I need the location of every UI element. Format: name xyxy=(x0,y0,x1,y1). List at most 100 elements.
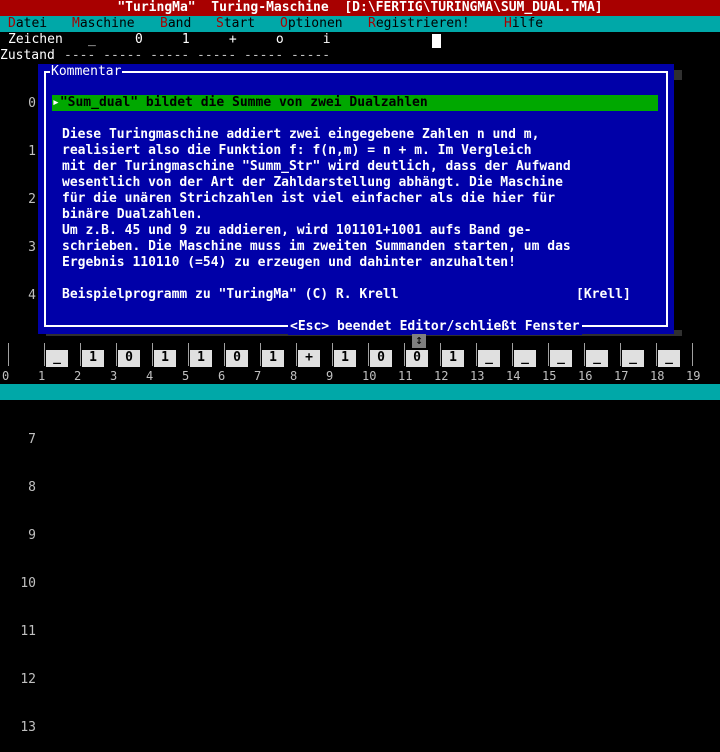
tape-position-label: 18 xyxy=(650,369,665,383)
zustand-dashes: ---- ----- ----- ----- ----- ----- xyxy=(64,48,331,63)
tape-position-label: 16 xyxy=(578,369,593,383)
tape-separator xyxy=(116,343,129,366)
status-bar: F1=Hilfe ** Shareware: Bitte lassen Sie … xyxy=(0,384,720,431)
dialog-title: Kommentar xyxy=(50,64,123,80)
tape-separator xyxy=(44,343,57,366)
tape-position-label: 4 xyxy=(146,369,154,383)
row-number: 12 xyxy=(20,672,36,687)
comment-line: Diese Turingmaschine addiert zwei eingeg… xyxy=(62,127,540,142)
tape-position-label: 2 xyxy=(74,369,82,383)
menu-label: ilfe xyxy=(511,16,544,31)
row-number: 2 xyxy=(28,192,36,207)
tape-separator xyxy=(512,343,525,366)
tape-area xyxy=(0,336,720,384)
zustand-label: Zustand xyxy=(0,48,55,63)
tape-position-label: 9 xyxy=(326,369,334,383)
tape-separator xyxy=(80,343,93,366)
row-number: 13 xyxy=(20,720,36,735)
comment-line: realisiert also die Funktion f: f(n,m) =… xyxy=(62,143,532,158)
comment-title-text: "Sum_dual" bildet die Summe von zwei Dua… xyxy=(59,95,428,110)
tape-position-label: 8 xyxy=(290,369,298,383)
menu-datei[interactable]: Datei xyxy=(8,16,47,32)
zeichen-label: Zeichen xyxy=(8,32,63,47)
dialog-scrollbar[interactable] xyxy=(672,80,686,330)
row-number: 11 xyxy=(20,624,36,639)
comment-line: Ergebnis 110110 (=54) zu erzeugen und da… xyxy=(62,255,516,270)
shareware-message: ** Shareware: Bitte lassen Sie sich für … xyxy=(116,416,617,431)
zeichen-values: _ 0 1 + o i xyxy=(88,32,331,47)
help-hint[interactable]: F1=Hilfe xyxy=(0,400,63,416)
tape-separator xyxy=(620,343,633,366)
comment-line: für die unären Strichzahlen ist viel ein… xyxy=(62,191,556,206)
menu-label: and xyxy=(167,16,192,31)
menu-optionen[interactable]: Optionen xyxy=(280,16,343,32)
tape-position-label: 12 xyxy=(434,369,449,383)
row-number: 4 xyxy=(28,288,36,303)
tape-position-label: 7 xyxy=(254,369,262,383)
row-number: 9 xyxy=(28,528,36,543)
menu-hotkey: D xyxy=(8,16,16,31)
comment-line: Um z.B. 45 und 9 zu addieren, wird 10110… xyxy=(62,223,532,238)
menu-hotkey: S xyxy=(216,16,224,31)
tape-separator xyxy=(656,343,669,366)
menu-label: ptionen xyxy=(287,16,343,31)
comment-dialog: Kommentar ▸"Sum_dual" bildet die Summe v… xyxy=(38,64,674,335)
tape-position-label: 1 xyxy=(38,369,46,383)
tape-position-label: 3 xyxy=(110,369,118,383)
menu-label: atei xyxy=(15,16,48,31)
tape-position-label: 13 xyxy=(470,369,485,383)
menu-start[interactable]: Start xyxy=(216,16,255,32)
tape-position-label: 5 xyxy=(182,369,190,383)
comment-line: mit der Turingmaschine "Summ_Str" wird d… xyxy=(62,159,571,174)
tape-separator xyxy=(224,343,237,366)
menu-label: egistrieren! xyxy=(375,16,470,31)
credit-tag: [Krell] xyxy=(576,287,631,302)
dialog-close-hint[interactable]: <Esc> beendet Editor/schließt Fenster xyxy=(288,319,582,335)
menu-label: tart xyxy=(223,16,256,31)
row-number: 8 xyxy=(28,480,36,495)
menu-hotkey: R xyxy=(368,16,376,31)
menu-hotkey: O xyxy=(280,16,288,31)
menu-hotkey: B xyxy=(160,16,168,31)
tape-separator xyxy=(152,343,165,366)
menu-bar: Datei Maschine Band Start Optionen Regis… xyxy=(0,16,720,32)
tape-position-label: 15 xyxy=(542,369,557,383)
menu-hotkey: M xyxy=(72,16,80,31)
comment-line: wesentlich von der Art der Zahldarstellu… xyxy=(62,175,563,190)
tape-separator xyxy=(584,343,597,366)
comment-line: schrieben. Die Maschine muss im zweiten … xyxy=(62,239,571,254)
menu-band[interactable]: Band xyxy=(160,16,191,32)
tape-separator xyxy=(8,343,21,366)
tape-separator xyxy=(260,343,273,366)
tape-separator xyxy=(692,343,705,366)
tape-position-label: 19 xyxy=(686,369,701,383)
row-number: 0 xyxy=(28,96,36,111)
cursor-arrow-icon: ▸ xyxy=(52,95,60,110)
menu-hilfe[interactable]: Hilfe xyxy=(504,16,543,32)
comment-line: binäre Dualzahlen. xyxy=(62,207,203,222)
row-number: 1 xyxy=(28,144,36,159)
tape-separator xyxy=(476,343,489,366)
tape-position-label: 11 xyxy=(398,369,413,383)
tape-position-label: 17 xyxy=(614,369,629,383)
row-number: 10 xyxy=(20,576,36,591)
tape-position-label: 0 xyxy=(2,369,10,383)
tape-position-label: 6 xyxy=(218,369,226,383)
tape-separator xyxy=(296,343,309,366)
row-number: 3 xyxy=(28,240,36,255)
window-title: "TuringMa" Turing-Maschine [D:\FERTIG\TU… xyxy=(0,0,720,16)
tape-separator xyxy=(440,343,453,366)
text-cursor xyxy=(432,34,441,48)
menu-registrieren[interactable]: Registrieren! xyxy=(368,16,470,32)
menu-hotkey: H xyxy=(504,16,512,31)
row-number: 7 xyxy=(28,432,36,447)
menu-maschine[interactable]: Maschine xyxy=(72,16,135,32)
tape-separator xyxy=(188,343,201,366)
tape-position-label: 10 xyxy=(362,369,377,383)
tape-separator xyxy=(368,343,381,366)
tape-head-marker[interactable]: ↕ xyxy=(412,334,426,348)
credit-line: Beispielprogramm zu "TuringMa" (C) R. Kr… xyxy=(62,287,399,302)
tape-position-label: 14 xyxy=(506,369,521,383)
comment-title-line[interactable]: ▸"Sum_dual" bildet die Summe von zwei Du… xyxy=(52,95,658,111)
menu-label: aschine xyxy=(79,16,135,31)
